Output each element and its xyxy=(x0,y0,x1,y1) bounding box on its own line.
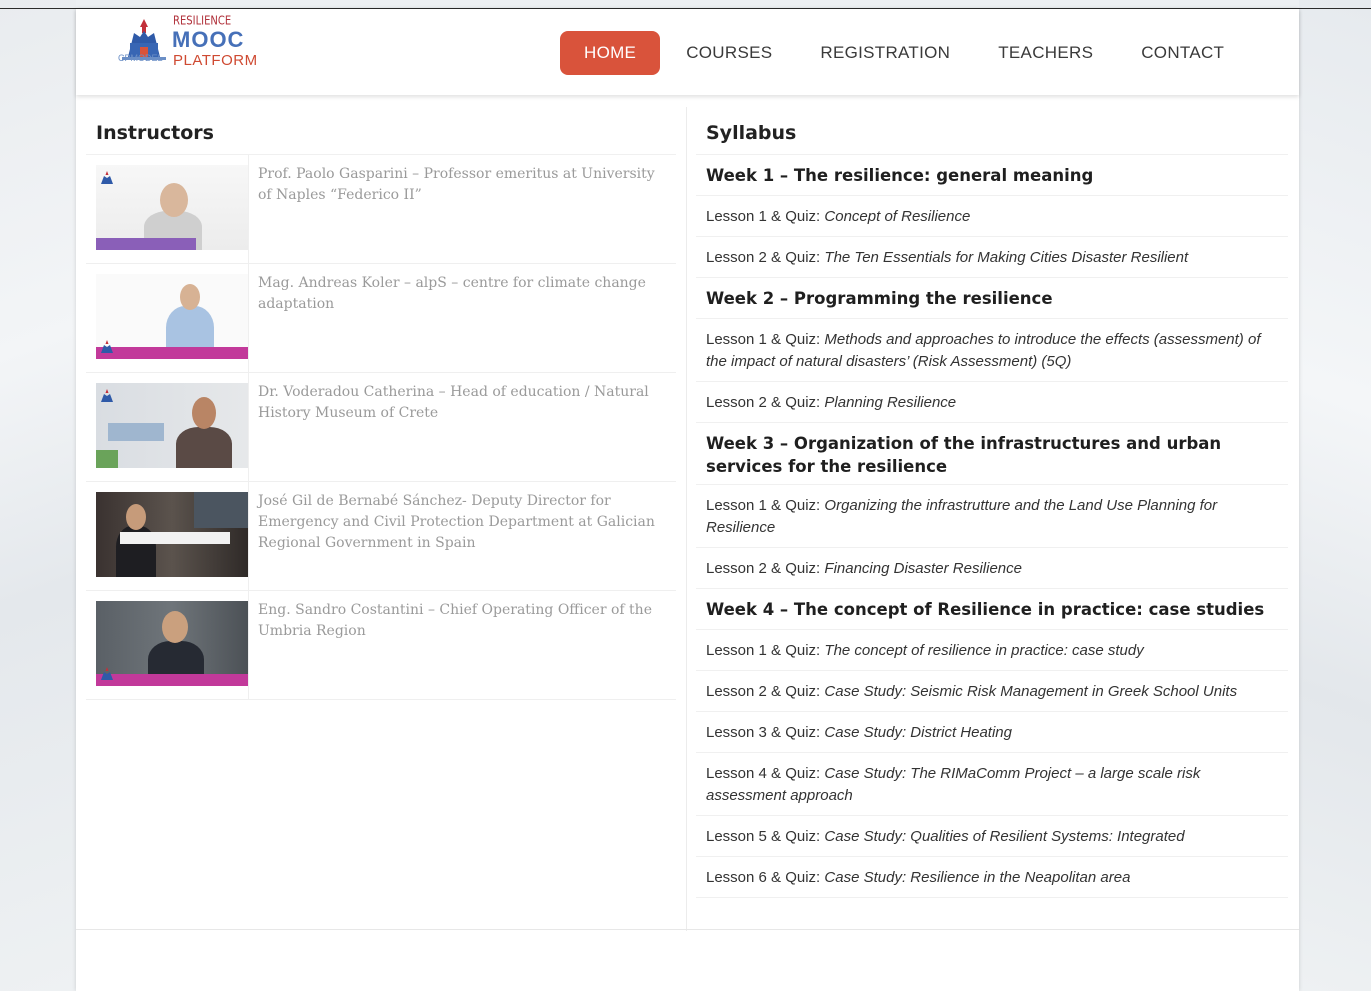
lesson-prefix: Lesson 4 & Quiz: xyxy=(706,765,821,782)
lesson-item[interactable]: Lesson 1 & Quiz: Concept of Resilience xyxy=(696,196,1288,237)
instructor-description: Eng. Sandro Costantini – Chief Operating… xyxy=(258,602,652,639)
lesson-item[interactable]: Lesson 4 & Quiz: Case Study: The RIMaCom… xyxy=(696,753,1288,816)
column-divider xyxy=(686,107,687,931)
instructor-description: José Gil de Bernabé Sánchez- Deputy Dire… xyxy=(258,493,655,551)
logo-text-mooc: MOOC xyxy=(172,27,245,52)
lesson-prefix: Lesson 2 & Quiz: xyxy=(706,683,821,700)
instructor-row: Eng. Sandro Costantini – Chief Operating… xyxy=(86,591,676,700)
instructor-video-thumbnail[interactable] xyxy=(96,165,248,250)
castle-logo-icon xyxy=(101,667,113,680)
lesson-item[interactable]: Lesson 2 & Quiz: Financing Disaster Resi… xyxy=(696,548,1288,589)
instructor-video-thumbnail[interactable] xyxy=(96,383,248,468)
instructor-thumb-cell xyxy=(86,155,249,263)
nav-registration[interactable]: REGISTRATION xyxy=(796,31,974,75)
lesson-item[interactable]: Lesson 2 & Quiz: Case Study: Seismic Ris… xyxy=(696,671,1288,712)
lesson-prefix: Lesson 2 & Quiz: xyxy=(706,560,821,577)
instructor-video-thumbnail[interactable] xyxy=(96,274,248,359)
site-logo[interactable]: RESILIENCE MOOC PLATFORM CPMODEL xyxy=(118,15,268,77)
instructor-thumb-cell xyxy=(86,264,249,372)
instructor-thumb-cell xyxy=(86,482,249,590)
castle-logo-icon xyxy=(101,340,113,353)
instructor-thumb-cell xyxy=(86,373,249,481)
lesson-title: The concept of resilience in practice: c… xyxy=(824,642,1144,659)
week-heading: Week 2 – Programming the resilience xyxy=(696,278,1288,319)
site-header: RESILIENCE MOOC PLATFORM CPMODEL HOME CO… xyxy=(76,9,1299,95)
instructor-row: José Gil de Bernabé Sánchez- Deputy Dire… xyxy=(86,482,676,591)
instructor-description: Prof. Paolo Gasparini – Professor emerit… xyxy=(258,166,655,203)
lesson-prefix: Lesson 2 & Quiz: xyxy=(706,394,821,411)
main-nav: HOME COURSES REGISTRATION TEACHERS CONTA… xyxy=(560,31,1248,75)
nav-home[interactable]: HOME xyxy=(560,31,661,75)
lesson-prefix: Lesson 6 & Quiz: xyxy=(706,869,821,886)
week-heading: Week 1 – The resilience: general meaning xyxy=(696,155,1288,196)
nav-contact[interactable]: CONTACT xyxy=(1117,31,1248,75)
instructor-video-thumbnail[interactable] xyxy=(96,601,248,686)
lesson-title: Financing Disaster Resilience xyxy=(824,560,1022,577)
instructor-video-thumbnail[interactable] xyxy=(96,492,248,577)
nav-teachers[interactable]: TEACHERS xyxy=(974,31,1117,75)
logo-text-cpmodel: CPMODEL xyxy=(118,53,163,63)
lesson-title: Case Study: Qualities of Resilient Syste… xyxy=(824,828,1185,845)
lesson-title: The Ten Essentials for Making Cities Dis… xyxy=(824,249,1189,266)
lesson-item[interactable]: Lesson 2 & Quiz: Planning Resilience xyxy=(696,382,1288,423)
instructor-row: Dr. Voderadou Catherina – Head of educat… xyxy=(86,373,676,482)
lesson-item[interactable]: Lesson 2 & Quiz: The Ten Essentials for … xyxy=(696,237,1288,278)
lesson-title: Case Study: District Heating xyxy=(824,724,1012,741)
lesson-title: Case Study: Seismic Risk Management in G… xyxy=(824,683,1238,700)
syllabus-panel: Syllabus Week 1 – The resilience: genera… xyxy=(696,109,1288,898)
lesson-prefix: Lesson 2 & Quiz: xyxy=(706,249,821,266)
lesson-title: Case Study: Resilience in the Neapolitan… xyxy=(824,869,1131,886)
lesson-item[interactable]: Lesson 6 & Quiz: Case Study: Resilience … xyxy=(696,857,1288,898)
instructor-row: Mag. Andreas Koler – alpS – centre for c… xyxy=(86,264,676,373)
instructors-heading: Instructors xyxy=(86,109,676,155)
lesson-title: Concept of Resilience xyxy=(824,208,971,225)
instructor-description: Mag. Andreas Koler – alpS – centre for c… xyxy=(258,275,646,312)
lesson-item[interactable]: Lesson 1 & Quiz: The concept of resilien… xyxy=(696,630,1288,671)
lesson-prefix: Lesson 1 & Quiz: xyxy=(706,642,821,659)
castle-logo-icon xyxy=(101,171,113,184)
lesson-prefix: Lesson 1 & Quiz: xyxy=(706,331,821,348)
lesson-prefix: Lesson 3 & Quiz: xyxy=(706,724,821,741)
castle-logo-icon xyxy=(101,389,113,402)
lesson-prefix: Lesson 1 & Quiz: xyxy=(706,208,821,225)
instructors-panel: Instructors Prof. Paolo Gasparini – Prof… xyxy=(86,109,676,700)
syllabus-heading: Syllabus xyxy=(696,109,1288,155)
lesson-item[interactable]: Lesson 3 & Quiz: Case Study: District He… xyxy=(696,712,1288,753)
logo-text-platform: PLATFORM xyxy=(173,52,258,69)
nav-courses[interactable]: COURSES xyxy=(662,31,796,75)
week-heading: Week 4 – The concept of Resilience in pr… xyxy=(696,589,1288,630)
syllabus-title: Syllabus xyxy=(706,122,797,144)
footer-divider xyxy=(76,929,1299,930)
instructor-row: Prof. Paolo Gasparini – Professor emerit… xyxy=(86,155,676,264)
lesson-item[interactable]: Lesson 1 & Quiz: Methods and approaches … xyxy=(696,319,1288,382)
background-left xyxy=(0,0,76,991)
week-heading: Week 3 – Organization of the infrastruct… xyxy=(696,423,1288,485)
page: RESILIENCE MOOC PLATFORM CPMODEL HOME CO… xyxy=(76,9,1299,991)
instructor-thumb-cell xyxy=(86,591,249,699)
lesson-item[interactable]: Lesson 1 & Quiz: Organizing the infrastr… xyxy=(696,485,1288,548)
instructors-title: Instructors xyxy=(96,122,214,144)
background-right xyxy=(1299,0,1371,991)
instructor-description: Dr. Voderadou Catherina – Head of educat… xyxy=(258,384,649,421)
lesson-item[interactable]: Lesson 5 & Quiz: Case Study: Qualities o… xyxy=(696,816,1288,857)
lesson-prefix: Lesson 5 & Quiz: xyxy=(706,828,821,845)
lesson-title: Planning Resilience xyxy=(824,394,957,411)
lesson-prefix: Lesson 1 & Quiz: xyxy=(706,497,821,514)
